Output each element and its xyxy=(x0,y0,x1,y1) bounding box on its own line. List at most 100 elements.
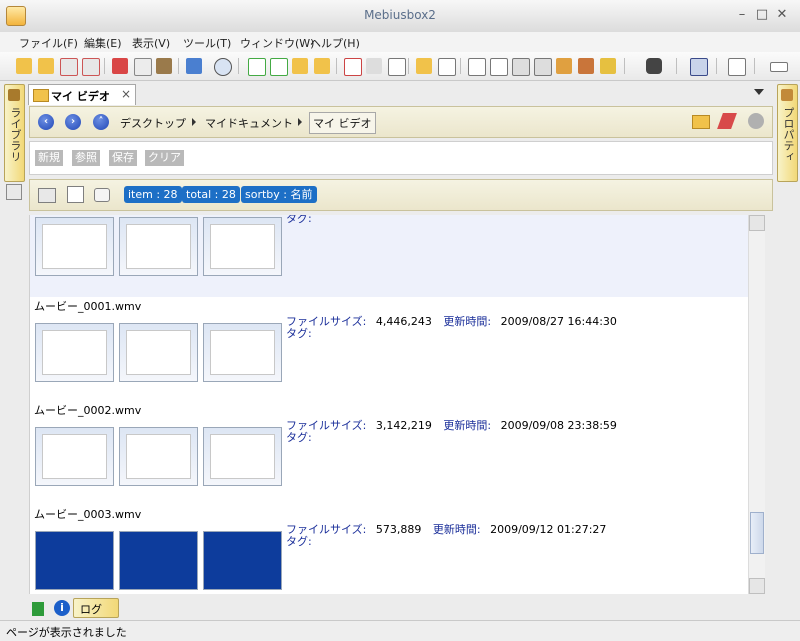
thumbnail[interactable] xyxy=(119,427,198,486)
breadcrumb-my-video[interactable]: マイ ビデオ xyxy=(309,112,376,134)
delete-icon[interactable] xyxy=(82,58,100,76)
search-icon[interactable] xyxy=(214,58,232,76)
vertical-scrollbar[interactable] xyxy=(748,215,765,594)
folder-icon xyxy=(33,89,49,102)
table-view-icon[interactable] xyxy=(38,188,56,203)
library-panel-tab[interactable]: ライブラリ xyxy=(4,84,25,182)
tab-my-video[interactable]: マイ ビデオ × xyxy=(28,84,136,105)
list-item[interactable]: ムービー_0001.wmv ファイルサイズ: 4,446,243 更新時間: 2… xyxy=(30,297,748,401)
move-icon[interactable] xyxy=(416,58,432,74)
add-folder-icon[interactable] xyxy=(38,58,54,74)
grid-view-icon[interactable] xyxy=(690,58,708,76)
menu-help[interactable]: ヘルプ(H) xyxy=(310,35,360,51)
file-name[interactable]: ムービー_0003.wmv xyxy=(34,506,141,522)
file-meta: ファイルサイズ: 4,446,243 更新時間: 2009/08/27 16:4… xyxy=(286,315,617,328)
clear-button[interactable]: クリア xyxy=(145,150,184,166)
paste-icon[interactable] xyxy=(156,58,172,74)
new-files-icon[interactable] xyxy=(270,58,288,76)
trash-icon[interactable] xyxy=(366,58,382,74)
save-icon[interactable] xyxy=(534,58,552,76)
menu-tools[interactable]: ツール(T) xyxy=(183,35,231,51)
new-file-icon[interactable] xyxy=(248,58,266,76)
thumbnail[interactable] xyxy=(119,323,198,382)
thumbnail[interactable] xyxy=(35,531,114,590)
thumbnail[interactable] xyxy=(119,217,198,276)
save-button[interactable]: 保存 xyxy=(109,150,137,166)
item-count-badge: item : 28 xyxy=(124,186,182,203)
breadcrumb-arrow-icon[interactable] xyxy=(298,118,302,126)
window-icon[interactable] xyxy=(468,58,486,76)
export-icon[interactable] xyxy=(556,58,572,74)
new-folder-icon[interactable] xyxy=(292,58,308,74)
breadcrumb-my-documents[interactable]: マイドキュメント xyxy=(205,115,293,131)
remove-file-icon[interactable] xyxy=(344,58,362,76)
settings-gear-icon[interactable] xyxy=(748,113,764,129)
thumbnail[interactable] xyxy=(203,217,282,276)
log-label: ログ xyxy=(80,603,102,616)
thumbnail[interactable] xyxy=(35,323,114,382)
binoculars-icon[interactable] xyxy=(646,58,662,74)
copy-to-icon[interactable] xyxy=(438,58,456,76)
search-area[interactable]: 新規 参照 保存 クリア xyxy=(29,141,773,175)
preview-icon[interactable] xyxy=(728,58,746,76)
back-icon[interactable]: ‹ xyxy=(38,114,54,130)
thumbnail[interactable] xyxy=(119,531,198,590)
thumbnail[interactable] xyxy=(35,427,114,486)
menu-file[interactable]: ファイル(F) xyxy=(19,35,78,51)
thumbnail[interactable] xyxy=(203,323,282,382)
copy-icon[interactable] xyxy=(134,58,152,76)
list-item[interactable]: ムービー_0002.wmv ファイルサイズ: 3,142,219 更新時間: 2… xyxy=(30,401,748,505)
card-icon[interactable] xyxy=(490,58,508,76)
property-icon xyxy=(781,89,793,101)
breadcrumb-arrow-icon[interactable] xyxy=(192,118,196,126)
up-icon[interactable]: ˄ xyxy=(93,114,109,130)
edit-note-icon[interactable] xyxy=(67,186,84,203)
sort-badge[interactable]: sortby : 名前 xyxy=(241,186,317,203)
file-name[interactable]: ムービー_0001.wmv xyxy=(34,298,141,314)
list-item[interactable]: ムービー_0003.wmv ファイルサイズ: 573,889 更新時間: 200… xyxy=(30,505,748,594)
thumbnail[interactable] xyxy=(203,531,282,590)
menu-window[interactable]: ウィンドウ(W) xyxy=(240,35,314,51)
tag-edit-icon[interactable] xyxy=(717,113,737,129)
thumbnail[interactable] xyxy=(35,217,114,276)
log-tab[interactable]: ログ xyxy=(73,598,119,618)
property-label: プロパティ xyxy=(782,107,795,162)
thumbnail[interactable] xyxy=(203,427,282,486)
tab-strip: マイ ビデオ × xyxy=(28,84,772,105)
list-item[interactable]: ファイルサイズ: タグ: xyxy=(30,215,748,297)
maximize-button[interactable]: □ xyxy=(754,7,770,23)
scroll-up-button[interactable] xyxy=(749,215,765,231)
rename-icon[interactable] xyxy=(388,58,406,76)
refresh-icon[interactable] xyxy=(186,58,202,74)
tab-close-icon[interactable]: × xyxy=(121,87,131,101)
video-list: ファイルサイズ: タグ: ムービー_0001.wmv ファイルサイズ: 4,44… xyxy=(29,215,748,594)
scroll-down-button[interactable] xyxy=(749,578,765,594)
file-meta: ファイルサイズ: 3,142,219 更新時間: 2009/09/08 23:3… xyxy=(286,419,617,432)
print-icon[interactable] xyxy=(512,58,530,76)
new-button[interactable]: 新規 xyxy=(35,150,63,166)
open-folder-icon[interactable] xyxy=(692,115,710,129)
menu-view[interactable]: 表示(V) xyxy=(132,35,170,51)
stamp-icon[interactable] xyxy=(578,58,594,74)
table-panel-icon[interactable] xyxy=(6,184,22,200)
property-panel-tab[interactable]: プロパティ xyxy=(777,84,798,182)
folder-add-icon[interactable] xyxy=(314,58,330,74)
toolbar xyxy=(0,52,800,81)
layout-icon[interactable] xyxy=(770,62,788,72)
comment-icon[interactable] xyxy=(94,188,110,202)
tab-list-dropdown-icon[interactable] xyxy=(754,89,764,95)
minimize-button[interactable]: – xyxy=(734,7,750,23)
remove-folder-icon[interactable] xyxy=(60,58,78,76)
browse-button[interactable]: 参照 xyxy=(72,150,100,166)
log-panel-tab[interactable]: i ログ xyxy=(28,598,119,618)
open-folder-icon[interactable] xyxy=(16,58,32,74)
breadcrumb-desktop[interactable]: デスクトップ xyxy=(120,115,186,131)
updated-time: 2009/09/08 23:38:59 xyxy=(500,419,617,432)
file-name[interactable]: ムービー_0002.wmv xyxy=(34,402,141,418)
forward-icon[interactable]: › xyxy=(65,114,81,130)
cut-icon[interactable] xyxy=(112,58,128,74)
tag-icon[interactable] xyxy=(600,58,616,74)
scroll-thumb[interactable] xyxy=(750,511,764,554)
close-button[interactable]: ✕ xyxy=(774,7,790,23)
menu-edit[interactable]: 編集(E) xyxy=(84,35,122,51)
